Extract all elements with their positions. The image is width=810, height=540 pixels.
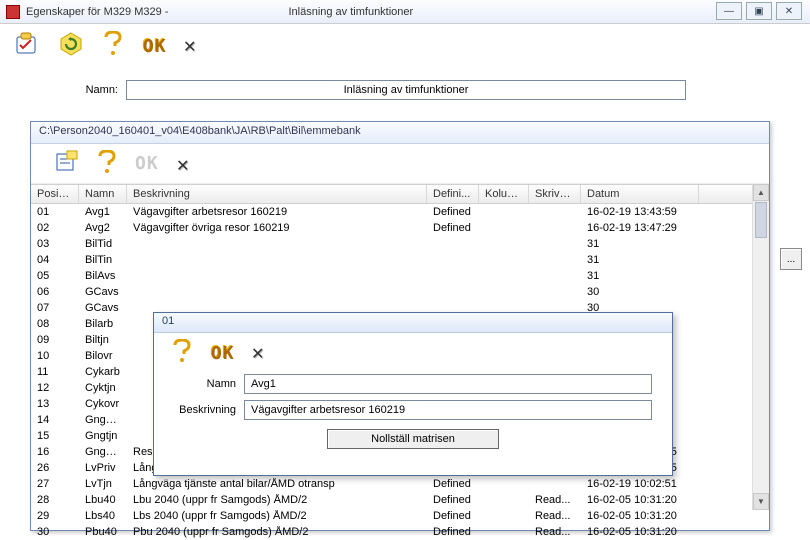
ok-button[interactable]: OK: [210, 342, 234, 363]
modal-name-input[interactable]: Avg1: [244, 374, 652, 394]
table-row[interactable]: 28Lbu40Lbu 2040 (uppr fr Samgods) ÅMD/2D…: [31, 492, 769, 508]
scroll-down-arrow[interactable]: ▼: [753, 493, 769, 510]
name-input[interactable]: Inläsning av timfunktioner: [126, 80, 686, 100]
table-row[interactable]: 06GCavs30: [31, 284, 769, 300]
data-grid[interactable]: Position Namn Beskrivning Defini... Kolu…: [31, 184, 769, 510]
loop-icon[interactable]: [58, 31, 84, 60]
col-datum[interactable]: Datum: [581, 185, 699, 203]
grid-header[interactable]: Position Namn Beskrivning Defini... Kolu…: [31, 184, 769, 204]
col-definierad[interactable]: Defini...: [427, 185, 479, 203]
scroll-up-arrow[interactable]: ▲: [753, 184, 769, 201]
app-icon: [6, 5, 20, 19]
modal-title: 01: [154, 313, 672, 333]
main-toolbar: OK ✕: [0, 24, 810, 60]
reset-matrix-button[interactable]: Nollställ matrisen: [327, 429, 499, 449]
table-row[interactable]: 05BilAvs31: [31, 268, 769, 284]
col-kolumner[interactable]: Kolum...: [479, 185, 529, 203]
modal-desc-label: Beskrivning: [172, 404, 236, 416]
child-window: C:\Person2040_160401_v04\E408bank\JA\RB\…: [30, 121, 770, 531]
cancel-icon[interactable]: ✕: [177, 152, 189, 176]
name-label: Namn:: [64, 84, 118, 96]
table-row[interactable]: 30Pbu40Pbu 2040 (uppr fr Samgods) ÅMD/2D…: [31, 524, 769, 540]
name-row: Namn: Inläsning av timfunktioner: [0, 60, 810, 110]
col-position[interactable]: Position: [31, 185, 79, 203]
maximize-button[interactable]: ▣: [746, 2, 772, 20]
scroll-thumb[interactable]: [755, 202, 767, 238]
edit-modal: 01 OK ✕ Namn Avg1 Beskrivning Vägavgifte…: [153, 312, 673, 476]
properties-icon[interactable]: [55, 150, 79, 177]
table-row[interactable]: 03BilTid31: [31, 236, 769, 252]
close-button[interactable]: ✕: [776, 2, 802, 20]
window-title-suffix: Inläsning av timfunktioner: [288, 6, 413, 18]
child-window-title: C:\Person2040_160401_v04\E408bank\JA\RB\…: [31, 122, 769, 144]
minimize-button[interactable]: —: [716, 2, 742, 20]
clipboard-icon[interactable]: [14, 31, 40, 60]
child-toolbar: OK ✕: [31, 144, 769, 184]
table-row[interactable]: 29Lbs40Lbs 2040 (uppr fr Samgods) ÅMD/2D…: [31, 508, 769, 524]
modal-desc-input[interactable]: Vägavgifter arbetsresor 160219: [244, 400, 652, 420]
col-skrivs[interactable]: Skrivs...: [529, 185, 581, 203]
modal-toolbar: OK ✕: [154, 333, 672, 371]
ok-button[interactable]: OK: [142, 35, 166, 56]
table-row[interactable]: 02Avg2Vägavgifter övriga resor 160219Def…: [31, 220, 769, 236]
modal-name-label: Namn: [172, 378, 236, 390]
cancel-icon[interactable]: ✕: [184, 33, 196, 57]
table-row[interactable]: 04BilTin31: [31, 252, 769, 268]
window-title-prefix: Egenskaper för M329 M329 -: [26, 6, 168, 18]
table-row[interactable]: 01Avg1Vägavgifter arbetsresor 160219Defi…: [31, 204, 769, 220]
grid-scrollbar[interactable]: ▲ ▼: [752, 184, 769, 510]
table-row[interactable]: 27LvTjnLångväga tjänste antal bilar/ÅMD …: [31, 476, 769, 492]
col-namn[interactable]: Namn: [79, 185, 127, 203]
col-beskrivning[interactable]: Beskrivning: [127, 185, 427, 203]
ok-button-disabled: OK: [135, 153, 159, 174]
help-icon[interactable]: [172, 339, 192, 366]
help-icon[interactable]: [102, 31, 124, 60]
cancel-icon[interactable]: ✕: [252, 340, 264, 364]
help-icon[interactable]: [97, 150, 117, 177]
browse-button[interactable]: ...: [780, 248, 802, 270]
main-titlebar: Egenskaper för M329 M329 - Inläsning av …: [0, 0, 810, 24]
